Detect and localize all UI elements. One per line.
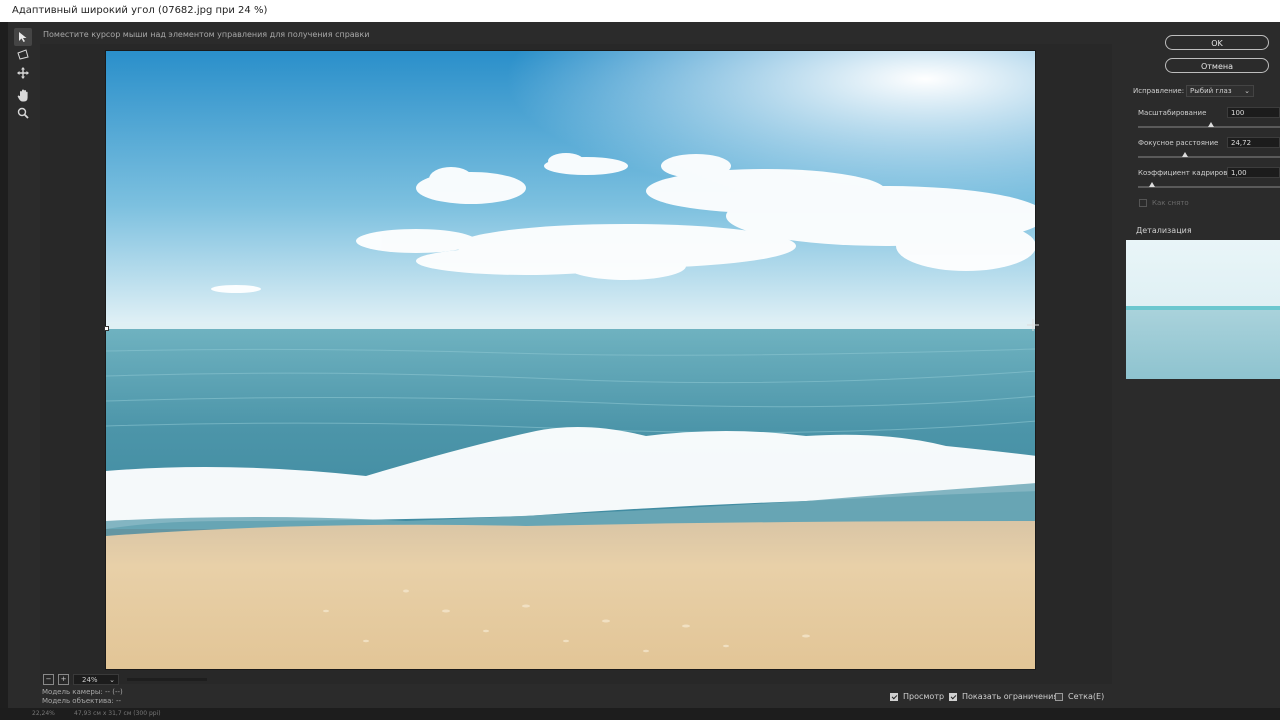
outer-edge: [0, 22, 8, 720]
cancel-button[interactable]: Отмена: [1165, 58, 1269, 73]
horizontal-scrollbar[interactable]: [127, 677, 207, 681]
polygon-constraint-tool-icon[interactable]: [14, 46, 32, 64]
help-hint: Поместите курсор мыши над элементом упра…: [43, 30, 370, 39]
window-title: Адаптивный широкий угол (07682.jpg при 2…: [0, 0, 1280, 22]
constraint-tool-icon[interactable]: [14, 28, 32, 46]
preview-label: Просмотр: [903, 692, 945, 701]
correction-select[interactable]: Рыбий глаз ⌄: [1186, 85, 1254, 97]
crop-field[interactable]: 1,00: [1227, 167, 1280, 178]
zoom-bar: − + 24% ⌄: [43, 672, 207, 686]
scale-field[interactable]: 100: [1227, 107, 1280, 118]
grid-option[interactable]: Сетка(E): [1055, 692, 1104, 701]
zoom-out-button[interactable]: −: [43, 673, 54, 685]
preview-checkbox[interactable]: [890, 692, 898, 701]
correction-value: Рыбий глаз: [1190, 87, 1232, 95]
lens-model: Модель объектива: --: [42, 697, 122, 705]
constraint-handle-right[interactable]: [1027, 319, 1039, 331]
show-constraints-checkbox[interactable]: [949, 692, 957, 701]
scale-slider[interactable]: [1138, 122, 1280, 128]
status-bar: 22,24% 47,93 см x 31,7 см (300 ppi): [0, 708, 1280, 720]
scale-label: Масштабирование: [1138, 109, 1207, 117]
zoom-select[interactable]: 24% ⌄: [73, 673, 119, 685]
as-shot-option[interactable]: Как снято: [1139, 199, 1189, 207]
as-shot-label: Как снято: [1152, 199, 1189, 207]
focal-label: Фокусное расстояние: [1138, 139, 1219, 147]
focal-slider-thumb[interactable]: [1182, 152, 1188, 157]
zoom-in-button[interactable]: +: [58, 673, 69, 685]
status-zoom: 22,24%: [32, 710, 55, 717]
camera-model: Модель камеры: -- (--): [42, 688, 123, 696]
chevron-down-icon: ⌄: [1244, 87, 1250, 95]
correction-label: Исправление:: [1133, 87, 1185, 95]
tool-panel: [8, 22, 38, 720]
detail-preview: [1126, 240, 1280, 379]
show-constraints-label: Показать ограничения: [962, 692, 1059, 701]
as-shot-checkbox[interactable]: [1139, 199, 1147, 207]
status-size: 47,93 см x 31,7 см (300 ppi): [74, 710, 161, 717]
grid-checkbox[interactable]: [1055, 692, 1063, 701]
ok-button[interactable]: OK: [1165, 35, 1269, 50]
preview-option[interactable]: Просмотр: [890, 692, 944, 701]
crop-slider[interactable]: [1138, 182, 1280, 188]
detail-label: Детализация: [1136, 226, 1192, 235]
chevron-down-icon: ⌄: [109, 675, 115, 684]
crop-slider-thumb[interactable]: [1149, 182, 1155, 187]
preview-image[interactable]: [105, 50, 1036, 670]
constraint-handle-left[interactable]: [104, 326, 110, 332]
hand-tool-icon[interactable]: [14, 86, 32, 104]
zoom-tool-icon[interactable]: [14, 104, 32, 122]
move-tool-icon[interactable]: [14, 64, 32, 82]
grid-label: Сетка(E): [1068, 692, 1105, 701]
focal-slider[interactable]: [1138, 152, 1280, 158]
show-constraints-option[interactable]: Показать ограничения: [949, 692, 1058, 701]
focal-field[interactable]: 24,72: [1227, 137, 1280, 148]
scale-slider-thumb[interactable]: [1208, 122, 1214, 127]
zoom-value: 24%: [82, 675, 98, 684]
